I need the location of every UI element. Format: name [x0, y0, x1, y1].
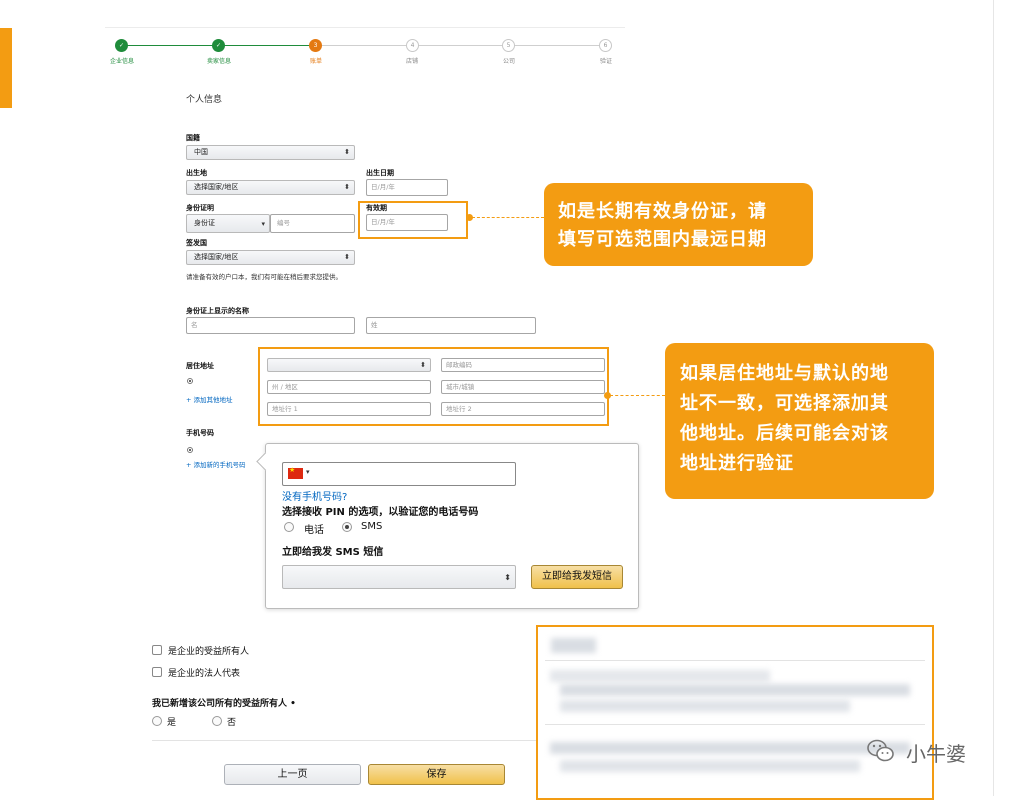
- all-owners-yes-label: 是: [167, 718, 177, 728]
- sms-label: SMS: [361, 521, 383, 532]
- expiry-callout-connector: [472, 217, 544, 218]
- step-1-check-icon: ✓: [115, 39, 128, 52]
- all-owners-yes-radio[interactable]: [152, 716, 162, 726]
- address-callout-line-3: 他地址。后续可能会对该: [680, 423, 889, 444]
- step-6-marker: 6: [599, 39, 612, 52]
- no-phone-link[interactable]: 没有手机号码?: [282, 488, 347, 503]
- all-owners-no-label: 否: [227, 718, 237, 728]
- address-connector-dot: [604, 392, 611, 399]
- legal-rep-checkbox[interactable]: [152, 667, 162, 677]
- blurred-owner-row: [560, 684, 910, 696]
- form-divider: [152, 740, 536, 741]
- id-proof-label: 身份证明: [186, 204, 214, 212]
- add-phone-link[interactable]: + 添加新的手机号码: [186, 459, 246, 469]
- birthdate-label: 出生日期: [366, 169, 394, 177]
- expiry-callout-line-2: 填写可选范围内最远日期: [558, 229, 767, 250]
- address-callout: 如果居住地址与默认的地 址不一致，可选择添加其 他地址。后续可能会对该 地址进行…: [665, 343, 934, 499]
- country-code-caret-icon[interactable]: ▾: [306, 468, 310, 476]
- step-2-label: 卖家信息: [206, 58, 231, 65]
- blurred-owner-row: [550, 670, 770, 682]
- blurred-owner-header: [551, 638, 596, 653]
- owner-divider: [545, 660, 925, 661]
- dropdown-caret-icon: ▾: [261, 220, 265, 228]
- popover-pointer: [256, 452, 275, 471]
- blurred-owner-row: [560, 700, 850, 712]
- section-title: 个人信息: [186, 95, 223, 105]
- nationality-value: 中国: [194, 148, 208, 156]
- last-name-input[interactable]: 姓: [366, 317, 536, 334]
- household-register-hint: 请准备有效的户口本，我们有可能在稍后要求您提供。: [186, 273, 342, 281]
- blurred-owner-row: [560, 760, 860, 772]
- id-type-select[interactable]: 身份证 ▾: [186, 214, 270, 233]
- id-type-value: 身份证: [194, 219, 215, 227]
- step-4-label: 店铺: [405, 58, 418, 65]
- address-highlight-box: [258, 347, 609, 426]
- sms-radio[interactable]: [342, 522, 352, 532]
- step-6-label: 验证: [599, 58, 612, 65]
- legal-rep-label: 是企业的法人代表: [168, 669, 241, 679]
- left-accent-bar: [0, 28, 12, 108]
- top-divider: [105, 27, 625, 28]
- expiry-callout-line-1: 如是长期有效身份证，请: [558, 201, 767, 222]
- address-callout-connector: [610, 395, 665, 396]
- step-4-marker: 4: [406, 39, 419, 52]
- all-owners-no-radio[interactable]: [212, 716, 222, 726]
- beneficial-owner-label: 是企业的受益所有人: [168, 647, 250, 657]
- expiry-callout: 如是长期有效身份证，请 填写可选范围内最远日期: [544, 183, 813, 266]
- previous-page-button[interactable]: 上一页: [224, 764, 361, 785]
- nationality-select[interactable]: 中国 ⬍: [186, 145, 355, 160]
- call-radio[interactable]: [284, 522, 294, 532]
- address-callout-line-1: 如果居住地址与默认的地: [680, 363, 889, 384]
- address-radio[interactable]: [187, 378, 193, 384]
- step-5-marker: 5: [502, 39, 515, 52]
- step-5-label: 公司: [502, 58, 515, 65]
- beneficial-owner-checkbox[interactable]: [152, 645, 162, 655]
- issuing-country-select[interactable]: 选择国家/地区 ⬍: [186, 250, 355, 265]
- address-callout-line-4: 地址进行验证: [680, 453, 794, 474]
- select-arrow-icon: ⬍: [504, 573, 511, 582]
- name-on-id-label: 身份证上显示的名称: [186, 307, 249, 315]
- owner-divider: [545, 724, 925, 725]
- birthplace-label: 出生地: [186, 169, 207, 177]
- send-sms-button[interactable]: 立即给我发短信: [531, 565, 623, 589]
- birthplace-select[interactable]: 选择国家/地区 ⬍: [186, 180, 355, 195]
- watermark-text: 小牛婆: [906, 742, 966, 766]
- expiry-highlight-box: [358, 201, 468, 239]
- call-label: 电话: [304, 525, 324, 536]
- birthplace-value: 选择国家/地区: [194, 183, 239, 191]
- save-button[interactable]: 保存: [368, 764, 505, 785]
- select-arrow-icon: ⬍: [344, 183, 350, 191]
- sms-title: 立即给我发 SMS 短信: [282, 547, 384, 558]
- all-owners-question: 我已新增该公司所有的受益所有人 •: [152, 699, 296, 709]
- step-1-label: 企业信息: [109, 58, 134, 65]
- step-3-label: 账单: [309, 58, 322, 65]
- birthdate-input[interactable]: 日/月/年: [366, 179, 448, 196]
- nationality-label: 国籍: [186, 134, 200, 142]
- first-name-input[interactable]: 名: [186, 317, 355, 334]
- id-number-input[interactable]: 编号: [270, 214, 355, 233]
- issuing-country-value: 选择国家/地区: [194, 253, 239, 261]
- select-arrow-icon: ⬍: [344, 148, 350, 156]
- issuing-country-label: 签发国: [186, 239, 207, 247]
- page-edge-rule: [993, 0, 994, 796]
- phone-label: 手机号码: [186, 429, 214, 437]
- sms-number-select[interactable]: ⬍: [282, 565, 516, 589]
- pin-option-title: 选择接收 PIN 的选项，以验证您的电话号码: [282, 507, 479, 518]
- expiry-connector-dot: [466, 214, 473, 221]
- select-arrow-icon: ⬍: [344, 253, 350, 261]
- blurred-owner-row: [550, 742, 910, 754]
- wechat-logo-icon: [866, 737, 896, 765]
- phone-number-input[interactable]: [282, 462, 516, 486]
- china-flag-icon[interactable]: [288, 466, 303, 479]
- address-label: 居住地址: [186, 362, 214, 370]
- address-callout-line-2: 址不一致，可选择添加其: [680, 393, 889, 414]
- step-3-marker: 3: [309, 39, 322, 52]
- step-2-check-icon: ✓: [212, 39, 225, 52]
- add-address-link[interactable]: + 添加其他地址: [186, 394, 233, 404]
- phone-radio[interactable]: [187, 447, 193, 453]
